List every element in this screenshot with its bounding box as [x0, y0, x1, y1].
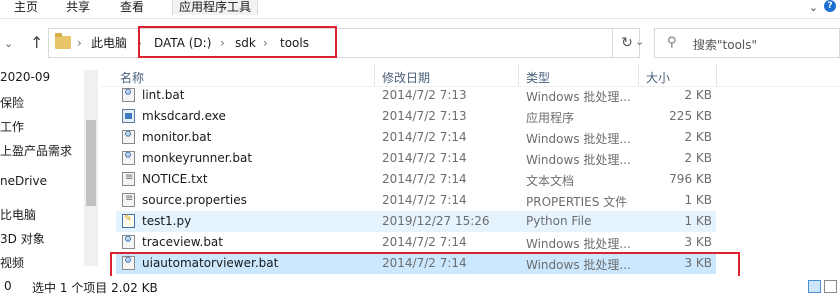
file-name: NOTICE.txt: [142, 172, 208, 186]
search-icon: ⚲: [667, 35, 677, 50]
file-row[interactable]: monitor.bat 2014/7/2 7:14 Windows 批处理...…: [116, 127, 716, 148]
file-name: source.properties: [142, 193, 247, 207]
nav-item-videos[interactable]: 视频: [0, 254, 24, 271]
file-type: Windows 批处理...: [526, 237, 631, 251]
file-name: traceview.bat: [142, 235, 223, 249]
file-date: 2019/12/27 15:26: [382, 214, 490, 228]
large-icons-view-icon[interactable]: [824, 280, 837, 293]
file-date: 2014/7/2 7:14: [382, 130, 467, 144]
file-size: 2 KB: [684, 151, 712, 165]
file-size: 1 KB: [684, 214, 712, 228]
nav-item[interactable]: 2020-09: [0, 70, 50, 84]
file-date: 2014/7/2 7:14: [382, 172, 467, 186]
file-name: mksdcard.exe: [142, 109, 226, 123]
file-name: lint.bat: [142, 88, 185, 102]
file-type: 应用程序: [526, 111, 575, 125]
tab-home[interactable]: 主页: [14, 0, 38, 15]
file-size: 1 KB: [684, 193, 712, 207]
column-header-type[interactable]: 类型: [526, 69, 550, 86]
python-file-icon: [122, 214, 135, 228]
file-size: 796 KB: [669, 172, 712, 186]
properties-file-icon: [122, 193, 135, 207]
tab-application-tools[interactable]: 应用程序工具: [172, 0, 259, 15]
nav-item[interactable]: 工作: [0, 118, 24, 135]
file-size: 225 KB: [669, 109, 712, 123]
batch-file-icon: [122, 235, 135, 249]
help-icon[interactable]: ?: [824, 0, 836, 12]
application-icon: [122, 109, 135, 123]
column-headers: 名称 修改日期 类型 大小: [100, 64, 840, 87]
nav-item[interactable]: 上盈产品需求: [0, 142, 72, 159]
tab-share[interactable]: 共享: [66, 0, 90, 15]
file-date: 2014/7/2 7:14: [382, 151, 467, 165]
file-row[interactable]: lint.bat 2014/7/2 7:13 Windows 批处理... 2 …: [116, 86, 716, 106]
file-size: 3 KB: [684, 235, 712, 249]
file-row[interactable]: traceview.bat 2014/7/2 7:14 Windows 批处理.…: [116, 232, 716, 253]
search-input[interactable]: 搜索"tools": [693, 36, 757, 53]
nav-item-3d-objects[interactable]: 3D 对象: [0, 230, 45, 247]
nav-scrollbar-thumb[interactable]: [86, 120, 96, 206]
chevron-down-icon[interactable]: ⌄: [809, 1, 818, 14]
file-date: 2014/7/2 7:13: [382, 109, 467, 123]
text-file-icon: [122, 172, 135, 186]
search-box[interactable]: ⚲ 搜索"tools": [654, 28, 840, 58]
file-type: Windows 批处理...: [526, 132, 631, 146]
status-bar: 0 选中 1 个项目 2.02 KB: [0, 276, 840, 298]
batch-file-icon: [122, 151, 135, 165]
batch-file-icon: [122, 130, 135, 144]
file-type: Windows 批处理...: [526, 153, 631, 167]
nav-item-onedrive[interactable]: neDrive: [0, 174, 47, 188]
column-divider[interactable]: [716, 64, 717, 86]
file-date: 2014/7/2 7:14: [382, 235, 467, 249]
file-type: PROPERTIES 文件: [526, 195, 628, 209]
column-divider[interactable]: [518, 64, 519, 86]
column-divider[interactable]: [638, 64, 639, 86]
chevron-right-icon[interactable]: ›: [77, 36, 82, 50]
file-list: lint.bat 2014/7/2 7:13 Windows 批处理... 2 …: [100, 86, 840, 276]
status-item-count: 0: [4, 279, 12, 293]
file-row[interactable]: source.properties 2014/7/2 7:14 PROPERTI…: [116, 190, 716, 211]
file-date: 2014/7/2 7:14: [382, 193, 467, 207]
file-date: 2014/7/2 7:13: [382, 88, 467, 102]
column-header-name[interactable]: 名称: [120, 69, 144, 86]
details-view-icon[interactable]: [808, 280, 821, 293]
file-type: Windows 批处理...: [526, 90, 631, 104]
column-header-date[interactable]: 修改日期: [382, 69, 430, 86]
ribbon-tabs: 主页 共享 查看 应用程序工具 ⌄ ?: [0, 0, 840, 19]
refresh-icon[interactable]: ↻: [612, 28, 641, 58]
navigation-pane: 2020-09 保险 工作 上盈产品需求 neDrive 比电脑 3D 对象 视…: [0, 64, 100, 276]
folder-icon: [55, 33, 71, 49]
file-row[interactable]: monkeyrunner.bat 2014/7/2 7:14 Windows 批…: [116, 148, 716, 169]
file-row[interactable]: test1.py 2019/12/27 15:26 Python File 1 …: [116, 211, 716, 232]
column-header-size[interactable]: 大小: [646, 69, 670, 86]
chevron-down-icon[interactable]: ⌄: [4, 37, 13, 50]
file-row[interactable]: mksdcard.exe 2014/7/2 7:13 应用程序 225 KB: [116, 106, 716, 127]
tab-view[interactable]: 查看: [120, 0, 144, 15]
status-selection: 选中 1 个项目 2.02 KB: [32, 281, 158, 295]
file-row[interactable]: NOTICE.txt 2014/7/2 7:14 文本文档 796 KB: [116, 169, 716, 190]
nav-item-this-pc[interactable]: 比电脑: [0, 206, 36, 223]
nav-item[interactable]: 保险: [0, 94, 24, 111]
batch-file-icon: [122, 88, 135, 102]
file-size: 2 KB: [684, 88, 712, 102]
column-divider[interactable]: [374, 64, 375, 86]
file-type: 文本文档: [526, 174, 575, 188]
file-name: test1.py: [142, 214, 192, 228]
address-highlight-box: [138, 26, 337, 58]
file-name: monitor.bat: [142, 130, 212, 144]
file-name: monkeyrunner.bat: [142, 151, 253, 165]
arrow-up-icon[interactable]: ↑: [30, 33, 43, 52]
breadcrumb-this-pc[interactable]: 此电脑: [91, 36, 127, 50]
file-type: Python File: [526, 214, 592, 228]
address-bar[interactable]: › 此电脑 › DATA (D:) › sdk › tools ⌄: [48, 28, 644, 58]
file-size: 2 KB: [684, 130, 712, 144]
